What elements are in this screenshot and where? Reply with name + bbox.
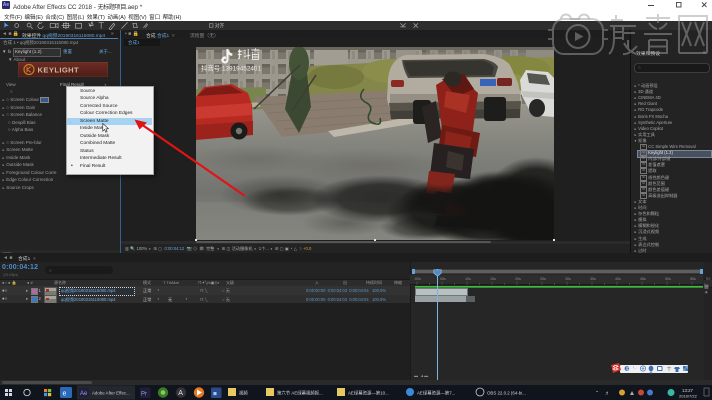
- svg-text:■: ■: [213, 391, 217, 398]
- svg-text:20s: 20s: [515, 277, 521, 281]
- svg-text:视频: 视频: [239, 390, 248, 397]
- svg-text::00s: :00s: [414, 277, 421, 281]
- svg-text:中: 中: [626, 365, 631, 372]
- svg-text:45s: 45s: [640, 277, 646, 281]
- svg-text:⌃: ⌃: [595, 391, 599, 397]
- svg-text:ʼ·: ʼ·: [633, 366, 636, 372]
- svg-text:55s: 55s: [690, 277, 696, 281]
- svg-text:13:27: 13:27: [682, 388, 694, 393]
- svg-text:50s: 50s: [665, 277, 671, 281]
- svg-text:KEYLIGHT: KEYLIGHT: [38, 66, 80, 75]
- svg-text:Ae: Ae: [80, 391, 88, 397]
- svg-text:2019/7/22: 2019/7/22: [679, 394, 698, 399]
- svg-text:第六节 AE绿幕视频抠...: 第六节 AE绿幕视频抠...: [277, 390, 323, 397]
- svg-text:Adobe After Effec...: Adobe After Effec...: [92, 391, 130, 396]
- svg-text:35s: 35s: [590, 277, 596, 281]
- svg-text:15s: 15s: [490, 277, 496, 281]
- svg-text:e: e: [63, 391, 67, 398]
- svg-text:40s: 40s: [615, 277, 621, 281]
- svg-text:10s: 10s: [465, 277, 471, 281]
- svg-text:OBS 22.0.2 (64-bi...: OBS 22.0.2 (64-bi...: [487, 391, 526, 396]
- svg-text:Pr: Pr: [141, 392, 147, 398]
- svg-text:抖音号:13919452401: 抖音号:13919452401: [201, 64, 261, 73]
- svg-text:05s: 05s: [440, 277, 446, 281]
- svg-text:25s: 25s: [540, 277, 546, 281]
- svg-text:A: A: [178, 390, 183, 397]
- svg-text:30s: 30s: [565, 277, 571, 281]
- svg-text:AE绿幕资源—第10...: AE绿幕资源—第10...: [348, 390, 389, 397]
- svg-text:对齐: 对齐: [215, 23, 225, 30]
- svg-text:AE绿幕资源—第7...: AE绿幕资源—第7...: [417, 390, 455, 397]
- svg-text:♬: ♬: [605, 391, 610, 397]
- svg-text:01:: 01:: [706, 277, 711, 281]
